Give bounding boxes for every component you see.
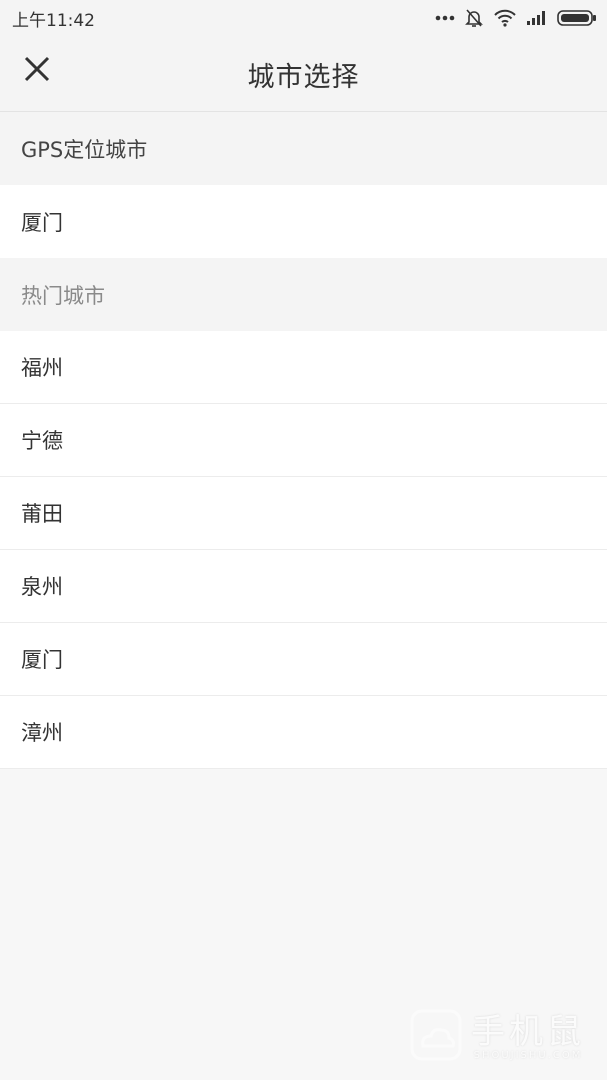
watermark-brand-cn: 手机鼠 — [471, 1011, 585, 1052]
page-title: 城市选择 — [247, 61, 360, 93]
city-item-zhangzhou[interactable]: 漳州 — [0, 696, 607, 769]
city-item-putian[interactable]: 莆田 — [0, 477, 607, 550]
watermark-logo-icon — [409, 1008, 463, 1066]
hot-section-header: 热门城市 — [0, 258, 607, 331]
signal-icon — [526, 10, 548, 26]
watermark-text: 手机鼠 SHOUJISHU.COM — [471, 1014, 585, 1061]
wifi-icon — [493, 9, 517, 27]
city-item-ningde[interactable]: 宁德 — [0, 404, 607, 477]
status-time: 上午11:42 — [12, 10, 95, 31]
more-dots-icon — [435, 15, 455, 21]
app-header: 城市选择 — [0, 36, 607, 112]
gps-section-header: GPS定位城市 — [0, 112, 607, 185]
city-item-xiamen[interactable]: 厦门 — [0, 623, 607, 696]
bell-off-icon — [464, 8, 484, 28]
close-icon — [24, 56, 50, 86]
city-item-fuzhou[interactable]: 福州 — [0, 331, 607, 404]
status-icons — [435, 8, 597, 28]
battery-icon — [557, 9, 597, 27]
close-button[interactable] — [14, 48, 60, 94]
watermark: 手机鼠 SHOUJISHU.COM — [409, 1008, 585, 1066]
status-bar: 上午11:42 — [0, 0, 607, 36]
gps-city-item[interactable]: 厦门 — [0, 185, 607, 258]
city-item-quanzhou[interactable]: 泉州 — [0, 550, 607, 623]
watermark-brand-en: SHOUJISHU.COM — [473, 1049, 583, 1061]
